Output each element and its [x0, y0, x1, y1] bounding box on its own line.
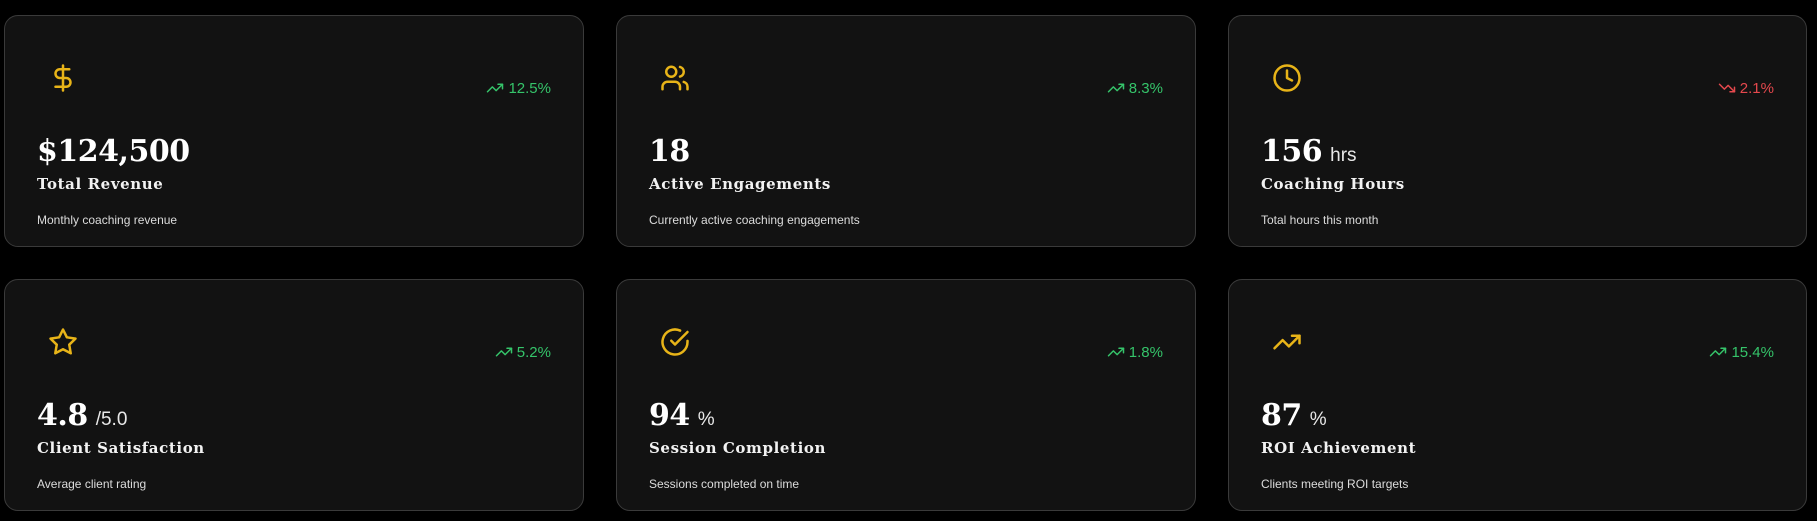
metric-card-roi-achievement: 15.4% 87 % ROI Achievement Clients meeti… — [1228, 279, 1807, 511]
trend-badge: 12.5% — [486, 79, 551, 97]
metric-unit: /5.0 — [95, 409, 128, 430]
metric-value: 18 — [649, 134, 690, 169]
metric-value-row: 156 hrs — [1261, 134, 1357, 169]
metric-card-session-completion: 1.8% 94 % Session Completion Sessions co… — [616, 279, 1196, 511]
metric-value-row: $124,500 — [37, 134, 190, 169]
metric-label: Session Completion — [649, 439, 826, 457]
metric-card-client-satisfaction: 5.2% 4.8 /5.0 Client Satisfaction Averag… — [4, 279, 584, 511]
trend-badge: 1.8% — [1107, 343, 1163, 361]
metric-label: Client Satisfaction — [37, 439, 205, 457]
trend-badge: 15.4% — [1709, 343, 1774, 361]
metric-value: 94 — [649, 398, 690, 433]
clock-icon — [1271, 62, 1303, 94]
trend-value: 12.5% — [508, 79, 551, 97]
metric-label: Coaching Hours — [1261, 175, 1405, 193]
metric-card-total-revenue: 12.5% $124,500 Total Revenue Monthly coa… — [4, 15, 584, 247]
trend-value: 8.3% — [1128, 79, 1163, 97]
star-icon — [47, 326, 79, 358]
metric-description: Clients meeting ROI targets — [1261, 477, 1409, 491]
trend-badge: 2.1% — [1718, 79, 1774, 97]
trend-up-icon — [1107, 347, 1125, 357]
metric-value: 4.8 — [37, 398, 88, 433]
metric-label: ROI Achievement — [1261, 439, 1417, 457]
metric-description: Total hours this month — [1261, 213, 1379, 227]
metric-value-row: 18 — [649, 134, 690, 169]
metric-value-row: 94 % — [649, 398, 715, 433]
metric-description: Currently active coaching engagements — [649, 213, 860, 227]
trend-value: 2.1% — [1739, 79, 1774, 97]
metric-value-row: 4.8 /5.0 — [37, 398, 127, 433]
trend-up-icon — [1710, 347, 1727, 357]
metrics-grid: 12.5% $124,500 Total Revenue Monthly coa… — [4, 15, 1807, 511]
users-icon — [659, 62, 691, 94]
trend-up-icon — [1107, 83, 1125, 93]
metric-value: $124,500 — [37, 134, 190, 169]
trend-value: 15.4% — [1731, 343, 1774, 361]
metric-value-row: 87 % — [1261, 398, 1327, 433]
metric-value: 156 — [1261, 134, 1323, 169]
trend-value: 1.8% — [1128, 343, 1163, 361]
metric-card-active-engagements: 8.3% 18 Active Engagements Currently act… — [616, 15, 1196, 247]
metric-label: Total Revenue — [37, 175, 164, 193]
metric-unit: hrs — [1330, 145, 1357, 166]
check-circle-icon — [659, 326, 691, 358]
trending-up-icon — [1271, 326, 1303, 358]
trend-badge: 8.3% — [1107, 79, 1163, 97]
metric-unit: % — [1309, 409, 1327, 430]
trend-value: 5.2% — [516, 343, 551, 361]
metric-unit: % — [697, 409, 715, 430]
metric-value: 87 — [1261, 398, 1302, 433]
trend-down-icon — [1718, 83, 1736, 93]
metric-description: Average client rating — [37, 477, 147, 491]
trend-up-icon — [487, 83, 504, 93]
trend-badge: 5.2% — [495, 343, 551, 361]
trend-up-icon — [495, 347, 513, 357]
metric-card-coaching-hours: 2.1% 156 hrs Coaching Hours Total hours … — [1228, 15, 1807, 247]
metric-description: Sessions completed on time — [649, 477, 800, 491]
metric-label: Active Engagements — [649, 175, 831, 193]
dollar-icon — [47, 62, 79, 94]
metric-description: Monthly coaching revenue — [37, 213, 178, 227]
